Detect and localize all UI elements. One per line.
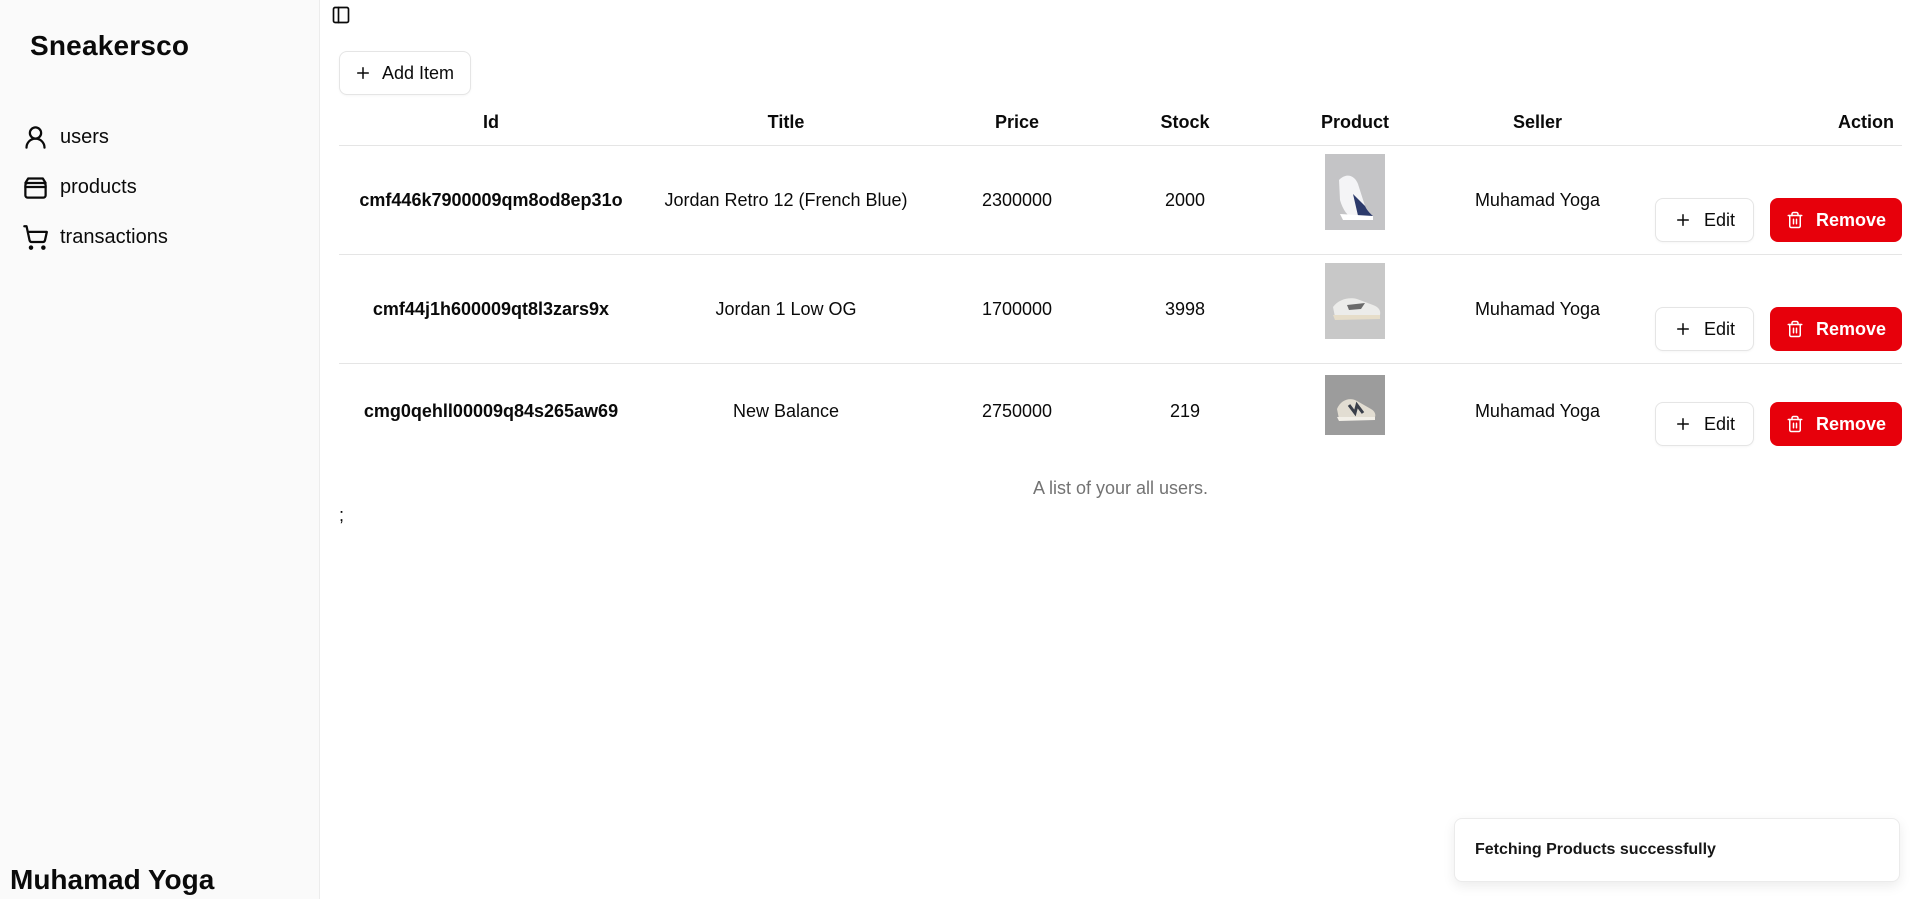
cell-title: New Balance xyxy=(732,400,840,421)
cell-action: Edit Remove xyxy=(1630,145,1902,255)
trash-icon xyxy=(1786,211,1804,229)
brand-title: Sneakersco xyxy=(30,30,190,61)
remove-button[interactable]: Remove xyxy=(1769,402,1902,446)
remove-label: Remove xyxy=(1815,318,1886,339)
edit-button[interactable]: Edit xyxy=(1654,402,1754,446)
main-content: Add Item Id Title Price Stock Product Se… xyxy=(321,0,1913,899)
plus-icon xyxy=(1674,320,1692,338)
edit-button[interactable]: Edit xyxy=(1654,198,1754,242)
column-header-seller: Seller xyxy=(1445,100,1630,146)
sidebar-item-products[interactable]: products xyxy=(20,162,300,212)
cell-product xyxy=(1265,364,1445,459)
table-row: cmg0qehll00009q84s265aw69 New Balance 27… xyxy=(339,364,1902,459)
cell-seller: Muhamad Yoga xyxy=(1474,400,1601,421)
edit-label: Edit xyxy=(1703,318,1735,339)
cell-id: cmg0qehll00009q84s265aw69 xyxy=(363,400,619,421)
cell-action: Edit Remove xyxy=(1630,254,1902,364)
cell-seller: Muhamad Yoga xyxy=(1445,145,1630,255)
current-user-name: Muhamad Yoga xyxy=(10,864,215,895)
sidebar-item-label: products xyxy=(60,175,137,198)
trash-icon xyxy=(1786,415,1804,433)
remove-button[interactable]: Remove xyxy=(1769,307,1902,351)
cell-title: Jordan Retro 12 (French Blue) xyxy=(643,145,929,255)
table-caption: A list of your all users. xyxy=(1032,478,1209,498)
trash-icon xyxy=(1786,320,1804,338)
cell-seller: Muhamad Yoga xyxy=(1445,254,1630,364)
cell-stock: 2000 xyxy=(1105,145,1265,255)
sidebar-item-transactions[interactable]: transactions xyxy=(20,212,300,262)
remove-label: Remove xyxy=(1815,413,1886,434)
sidebar-nav: users products transactions xyxy=(20,112,300,262)
column-header-title: Title xyxy=(643,100,929,146)
column-header-id: Id xyxy=(339,100,643,146)
table-header: Id Title Price Stock Product Seller Acti… xyxy=(339,100,1902,146)
product-image xyxy=(1325,263,1385,339)
add-item-button[interactable]: Add Item xyxy=(339,51,472,95)
product-image xyxy=(1325,154,1385,230)
product-image xyxy=(1325,375,1385,435)
plus-icon xyxy=(1674,415,1692,433)
cell-action: Edit Remove xyxy=(1630,364,1902,459)
cell-id: cmf446k7900009qm8od8ep31o xyxy=(339,145,643,255)
add-item-label: Add Item xyxy=(382,62,455,83)
cell-id: cmf44j1h600009qt8l3zars9x xyxy=(339,254,643,364)
user-icon xyxy=(20,122,50,152)
cell-price: 1700000 xyxy=(929,254,1105,364)
toast-message: Fetching Products successfully xyxy=(1475,841,1716,858)
edit-label: Edit xyxy=(1703,413,1735,434)
toast-notification: Fetching Products successfully xyxy=(1454,818,1900,882)
sidebar-item-label: transactions xyxy=(60,225,168,248)
cart-icon xyxy=(20,222,50,252)
remove-button[interactable]: Remove xyxy=(1769,198,1902,242)
sidebar-item-users[interactable]: users xyxy=(20,112,300,162)
column-header-action: Action xyxy=(1630,100,1902,146)
plus-icon xyxy=(354,64,372,82)
column-header-price: Price xyxy=(929,100,1105,146)
cell-price: 2300000 xyxy=(929,145,1105,255)
table-row: cmf446k7900009qm8od8ep31o Jordan Retro 1… xyxy=(339,145,1902,255)
sidebar: Sneakersco users products transactions M… xyxy=(0,0,320,899)
package-icon xyxy=(20,172,50,202)
plus-icon xyxy=(1674,211,1692,229)
cell-product xyxy=(1265,145,1445,255)
cell-stock: 3998 xyxy=(1105,254,1265,364)
column-header-stock: Stock xyxy=(1105,100,1265,146)
sidebar-toggle-icon[interactable] xyxy=(329,3,353,27)
edit-label: Edit xyxy=(1703,209,1735,230)
stray-text: ; xyxy=(339,505,345,525)
cell-price: 2750000 xyxy=(981,400,1053,421)
cell-title: Jordan 1 Low OG xyxy=(643,254,929,364)
products-table: Id Title Price Stock Product Seller Acti… xyxy=(339,100,1902,458)
table-row: cmf44j1h600009qt8l3zars9x Jordan 1 Low O… xyxy=(339,254,1902,364)
cell-product xyxy=(1265,254,1445,364)
sidebar-item-label: users xyxy=(60,125,109,148)
edit-button[interactable]: Edit xyxy=(1654,307,1754,351)
remove-label: Remove xyxy=(1815,209,1886,230)
column-header-product: Product xyxy=(1265,100,1445,146)
cell-stock: 219 xyxy=(1169,400,1201,421)
